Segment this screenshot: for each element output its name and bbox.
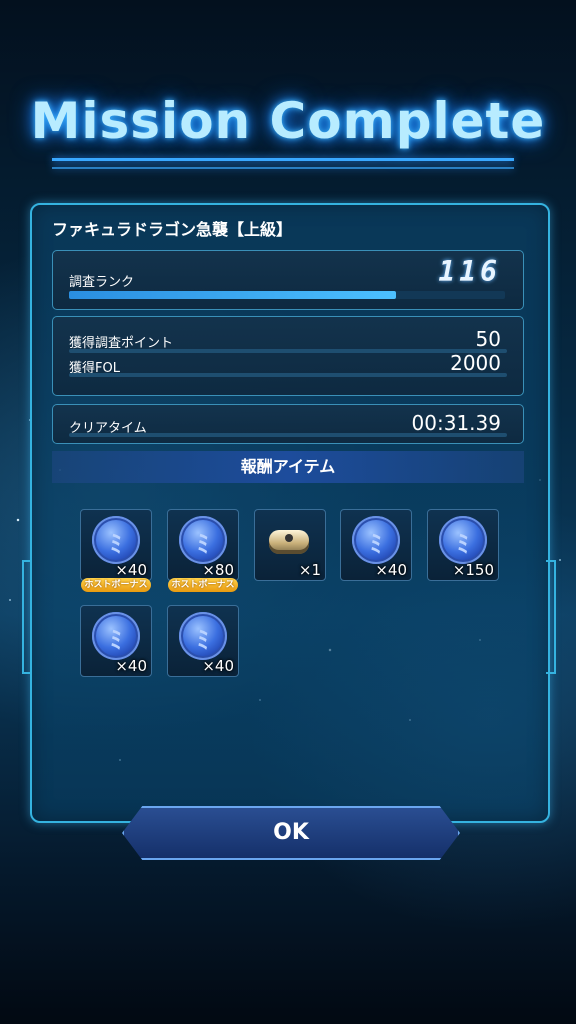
points-value: 50 xyxy=(475,327,501,351)
rank-value: 116 xyxy=(438,255,501,288)
clear-time-box: クリアタイム 00:31.39 xyxy=(52,404,524,444)
panel-right-notch xyxy=(546,560,556,674)
rank-label: 調査ランク xyxy=(69,275,135,290)
reward-qty: ×40 xyxy=(115,657,147,675)
reward-item-6[interactable]: ×40 xyxy=(80,605,152,677)
blue-coin-icon xyxy=(179,516,227,564)
ring-item-icon xyxy=(269,530,309,554)
blue-coin-icon xyxy=(92,516,140,564)
blue-coin-icon xyxy=(352,516,400,564)
reward-item-1[interactable]: ×40 ホストボーナス xyxy=(80,509,152,592)
reward-item-4[interactable]: ×40 xyxy=(340,509,412,581)
earnings-box: 獲得調査ポイント 50 獲得FOL 2000 xyxy=(52,316,524,396)
mission-name: ファキュラドラゴン急襲【上級】 xyxy=(52,220,293,239)
reward-item-5[interactable]: ×150 xyxy=(427,509,499,581)
fol-underline xyxy=(69,373,507,377)
rank-progress-bar xyxy=(69,291,505,299)
clear-time-underline xyxy=(69,433,507,437)
blue-coin-icon xyxy=(92,612,140,660)
host-bonus-badge: ホストボーナス xyxy=(168,578,238,592)
reward-item-7[interactable]: ×40 xyxy=(167,605,239,677)
title-underline xyxy=(52,158,514,161)
blue-coin-icon xyxy=(179,612,227,660)
rank-progress-fill xyxy=(69,291,396,299)
blue-coin-icon xyxy=(439,516,487,564)
reward-qty: ×150 xyxy=(452,561,494,579)
reward-qty: ×80 xyxy=(202,561,234,579)
reward-qty: ×40 xyxy=(202,657,234,675)
rank-box: 調査ランク 116 xyxy=(52,250,524,310)
reward-qty: ×40 xyxy=(375,561,407,579)
reward-qty: ×1 xyxy=(298,561,321,579)
ok-button[interactable]: OK xyxy=(122,806,460,860)
fol-value: 2000 xyxy=(450,351,501,375)
reward-qty: ×40 xyxy=(115,561,147,579)
host-bonus-badge: ホストボーナス xyxy=(81,578,151,592)
title-underline-secondary xyxy=(52,167,514,169)
points-underline xyxy=(69,349,507,353)
reward-item-2[interactable]: ×80 ホストボーナス xyxy=(167,509,239,592)
panel-left-notch xyxy=(22,560,32,674)
reward-item-3[interactable]: ×1 xyxy=(254,509,326,581)
mission-complete-title: Mission Complete xyxy=(30,92,546,150)
clear-time-value: 00:31.39 xyxy=(411,411,501,435)
rewards-header: 報酬アイテム xyxy=(52,451,524,483)
